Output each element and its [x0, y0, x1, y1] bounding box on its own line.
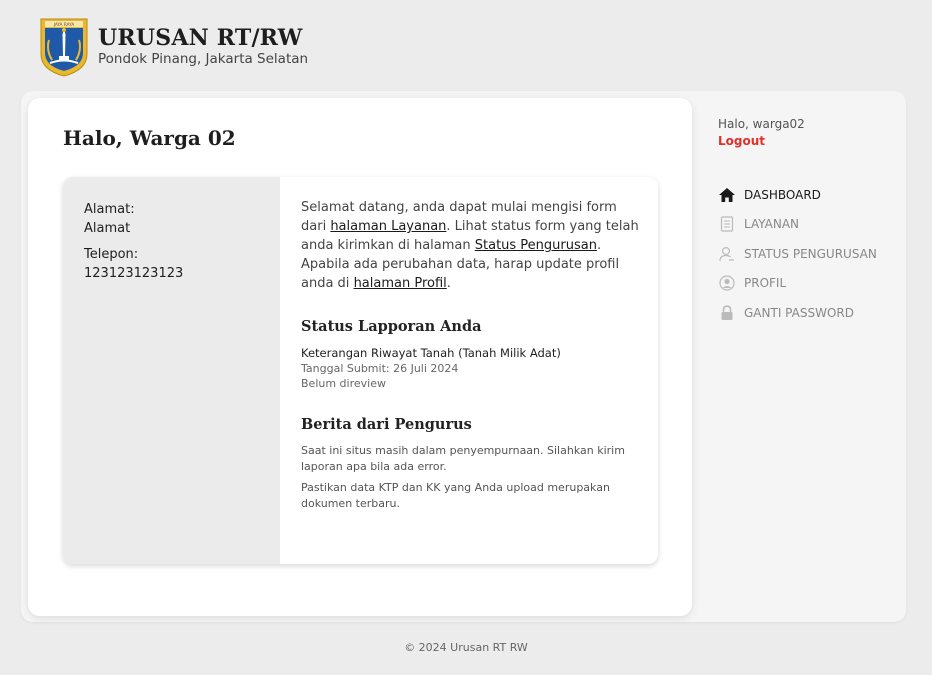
address-value: Alamat	[84, 221, 131, 236]
welcome-text-part: .	[446, 276, 451, 291]
sidebar-item-label: STATUS PENGURUSAN	[744, 246, 877, 261]
sidebar-item-label: PROFIL	[744, 276, 787, 291]
news-item: Saat ini situs masih dalam penyempurnaan…	[301, 444, 625, 473]
document-icon	[718, 215, 736, 233]
site-header: JAYA RAYA URUSAN RT/RW Pondok Pinang, Ja…	[38, 16, 308, 78]
user-status-icon	[718, 245, 736, 263]
dashboard-content: Selamat datang, anda dapat mulai mengisi…	[301, 198, 641, 512]
sidebar: Halo, warga02 Logout DASHBOARD LAYANAN S…	[718, 116, 898, 328]
report-status-heading: Status Lapporan Anda	[301, 318, 482, 335]
report-date: Tanggal Submit: 26 Juli 2024	[301, 362, 459, 375]
sidebar-item-layanan[interactable]: LAYANAN	[718, 210, 898, 240]
lock-icon	[718, 304, 736, 322]
footer-copyright: © 2024 Urusan RT RW	[404, 641, 528, 654]
news-heading: Berita dari Pengurus	[301, 416, 472, 433]
sidebar-item-ganti-password[interactable]: GANTI PASSWORD	[718, 298, 898, 328]
profil-link[interactable]: halaman Profil	[354, 276, 447, 291]
profile-summary: Alamat: Alamat Telepon: 123123123123	[63, 177, 280, 564]
layanan-link[interactable]: halaman Layanan	[330, 219, 446, 234]
sidebar-item-label: GANTI PASSWORD	[744, 305, 854, 320]
site-title: URUSAN RT/RW	[98, 25, 303, 51]
sidebar-item-profil[interactable]: PROFIL	[718, 269, 898, 299]
welcome-text: Selamat datang, anda dapat mulai mengisi…	[301, 198, 641, 293]
svg-text:JAYA RAYA: JAYA RAYA	[53, 22, 75, 27]
user-greeting: Halo, warga02	[718, 117, 805, 131]
phone-value: 123123123123	[84, 266, 184, 281]
status-pengurusan-link[interactable]: Status Pengurusan	[475, 238, 597, 253]
dashboard-card: Alamat: Alamat Telepon: 123123123123 Sel…	[63, 177, 658, 564]
sidebar-nav: DASHBOARD LAYANAN STATUS PENGURUSAN PROF…	[718, 180, 898, 328]
profile-icon	[718, 274, 736, 292]
jakarta-logo[interactable]: JAYA RAYA	[38, 16, 90, 78]
report-status: Belum direview	[301, 377, 386, 390]
address-label: Alamat:	[84, 202, 135, 217]
sidebar-item-dashboard[interactable]: DASHBOARD	[718, 180, 898, 210]
sidebar-item-label: DASHBOARD	[744, 187, 821, 202]
sidebar-item-status-pengurusan[interactable]: STATUS PENGURUSAN	[718, 239, 898, 269]
report-title: Keterangan Riwayat Tanah (Tanah Milik Ad…	[301, 346, 561, 360]
page-title: Halo, Warga 02	[63, 126, 236, 150]
logout-link[interactable]: Logout	[718, 132, 898, 150]
site-subtitle: Pondok Pinang, Jakarta Selatan	[98, 51, 309, 67]
sidebar-item-label: LAYANAN	[744, 217, 800, 232]
home-icon	[718, 186, 736, 204]
phone-label: Telepon:	[84, 247, 139, 262]
news-item: Pastikan data KTP dan KK yang Anda uploa…	[301, 481, 610, 510]
